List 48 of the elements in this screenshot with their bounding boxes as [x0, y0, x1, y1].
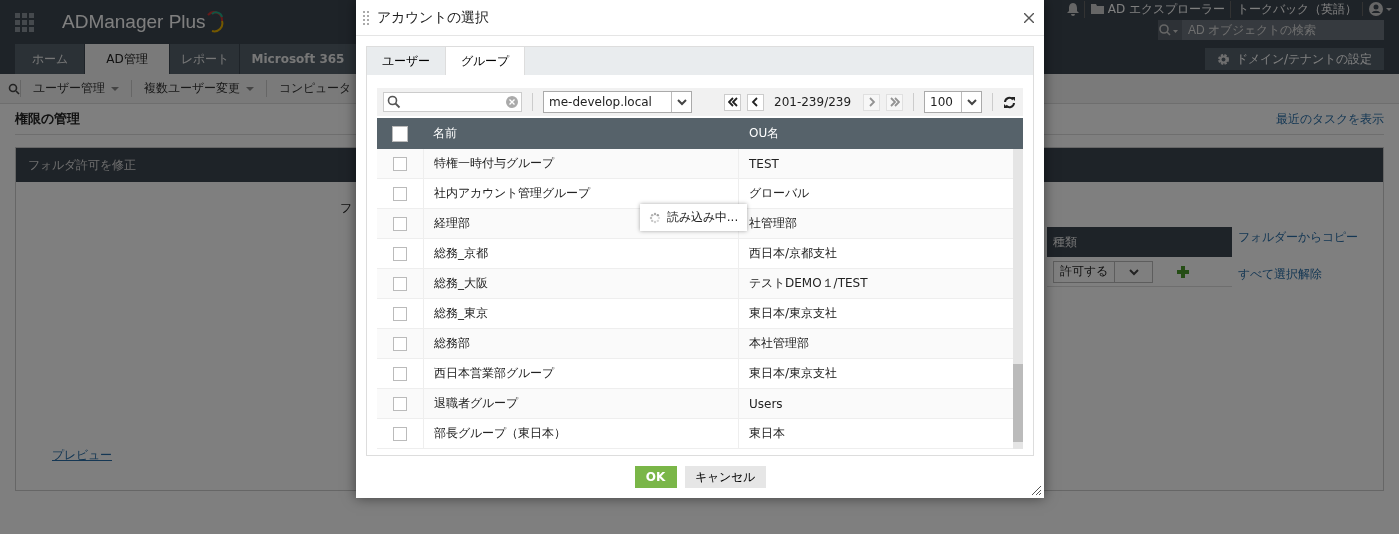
nav-tab[interactable]: ホーム — [15, 44, 84, 74]
table-cell-text: 東日本/東京支社 — [748, 365, 839, 382]
table-cell-text: テストDEMO１/TEST — [748, 275, 869, 292]
column-header: 種類 — [1047, 227, 1232, 257]
table-cell: 西日本営業部グループ — [434, 365, 554, 382]
column-header: OU名 — [748, 125, 781, 142]
table-cell: 総務部 — [434, 335, 470, 352]
top-link[interactable]: トークバック（英語） — [1237, 0, 1357, 18]
loading-text: 読み込み中... — [666, 209, 739, 226]
table-cell: 経理部 — [434, 215, 470, 232]
nav-tab[interactable]: AD管理 — [85, 44, 169, 74]
nav-menu[interactable]: ユーザー管理 — [20, 80, 131, 97]
domain-select[interactable]: me-develop.local — [543, 91, 692, 113]
panel-text: フ — [340, 200, 352, 217]
column-header: 名前 — [432, 125, 458, 142]
nav-tab[interactable]: Microsoft 365 — [240, 44, 356, 74]
table-cell-text: TEST — [748, 156, 780, 171]
page-range: 201-239/239 — [774, 95, 852, 109]
recent-tasks-link[interactable]: 最近のタスクを表示 — [1276, 110, 1384, 128]
domain-settings-button[interactable]: ドメイン/テナントの設定 — [1204, 48, 1384, 70]
table-cell: 社内アカウント管理グループ — [434, 185, 590, 202]
table-cell-text: グローバル — [748, 185, 810, 202]
ok-button[interactable]: OK — [634, 466, 677, 488]
page-size-select[interactable]: 100 — [924, 91, 983, 113]
table-cell: 総務_東京 — [434, 305, 488, 322]
nav-menu[interactable]: 複数ユーザー変更 — [131, 80, 266, 97]
table-cell: 退職者グループ — [434, 395, 518, 412]
top-link[interactable]: AD エクスプローラー — [1107, 0, 1225, 18]
page-title: 権限の管理 — [15, 110, 80, 128]
table-cell-text: 本社管理部 — [748, 335, 810, 352]
table-cell-text: 東日本/東京支社 — [748, 305, 839, 322]
preview-link[interactable]: プレビュー — [52, 447, 112, 464]
table-cell: 特権一時付与グループ — [434, 155, 554, 172]
tab[interactable]: グループ — [445, 47, 525, 75]
table-cell-text: Users — [748, 396, 784, 411]
table-cell: 総務_大阪 — [434, 275, 488, 292]
logo-text: ADManager Plus — [62, 11, 206, 33]
copy-from-folder-link[interactable]: フォルダーからコピー — [1238, 229, 1358, 246]
tab[interactable]: ユーザー — [367, 47, 445, 75]
table-cell: 総務_京都 — [434, 245, 488, 262]
type-select[interactable]: 許可する — [1053, 260, 1153, 283]
deselect-all-link[interactable]: すべて選択解除 — [1238, 266, 1358, 283]
cancel-button[interactable]: キャンセル — [684, 466, 766, 488]
table-cell-text: 東日本 — [748, 425, 786, 442]
table-cell-text: 西日本/京都支社 — [748, 245, 839, 262]
table-cell: 部長グループ（東日本） — [434, 425, 566, 442]
dialog-title: アカウントの選択 — [377, 8, 490, 27]
table-cell-text: 社管理部 — [748, 215, 798, 232]
